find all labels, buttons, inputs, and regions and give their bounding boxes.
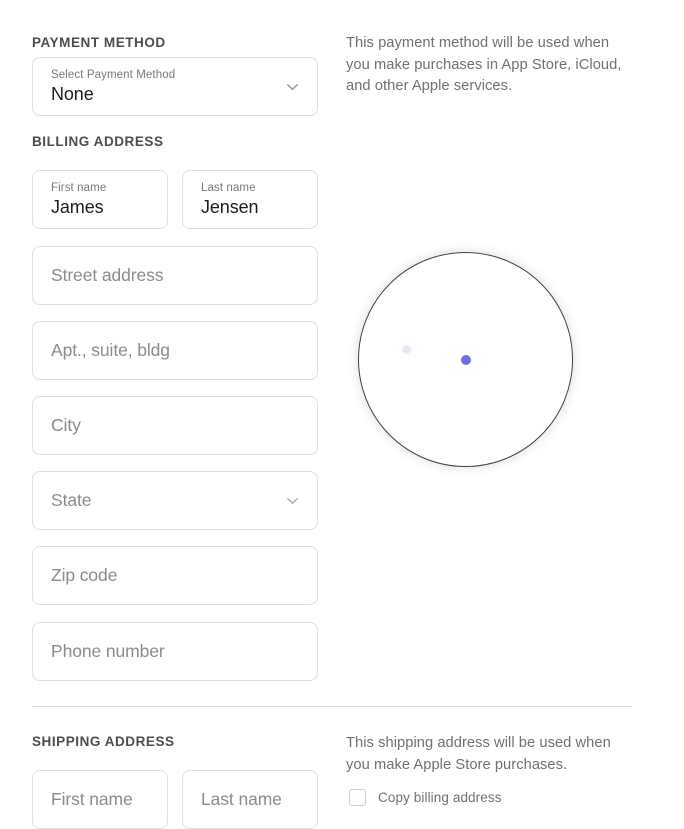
billing-state-placeholder: State — [51, 490, 299, 510]
billing-phone-placeholder: Phone number — [51, 641, 299, 661]
billing-zip-placeholder: Zip code — [51, 565, 299, 585]
billing-street-address-field[interactable]: Street address — [32, 246, 318, 305]
checkout-form-page: PAYMENT METHOD Select Payment Method Non… — [0, 0, 684, 810]
shipping-last-name-field[interactable]: Last name — [182, 770, 318, 829]
billing-phone-field[interactable]: Phone number — [32, 622, 318, 681]
billing-name-row: First name James Last name Jensen — [32, 170, 318, 229]
payment-method-mini-label: Select Payment Method — [51, 68, 299, 82]
shipping-address-heading: SHIPPING ADDRESS — [32, 735, 175, 749]
copy-billing-address-checkbox[interactable] — [349, 789, 366, 806]
billing-state-select[interactable]: State — [32, 471, 318, 530]
pointer-ghost-dot — [402, 345, 411, 354]
billing-city-field[interactable]: City — [32, 396, 318, 455]
shipping-address-description: This shipping address will be used when … — [346, 733, 636, 776]
billing-address-heading: BILLING ADDRESS — [32, 135, 164, 149]
shipping-name-row: First name Last name — [32, 770, 318, 829]
billing-apt-field[interactable]: Apt., suite, bldg — [32, 321, 318, 380]
shipping-first-name-placeholder: First name — [51, 789, 149, 809]
billing-first-name-value: James — [51, 197, 149, 218]
pointer-primary-dot — [461, 355, 471, 365]
payment-method-description: This payment method will be used when yo… — [346, 33, 636, 98]
payment-method-value: None — [51, 84, 299, 105]
copy-billing-address-label: Copy billing address — [378, 790, 502, 805]
shipping-last-name-placeholder: Last name — [201, 789, 299, 809]
billing-last-name-value: Jensen — [201, 197, 299, 218]
billing-apt-placeholder: Apt., suite, bldg — [51, 340, 299, 360]
billing-city-placeholder: City — [51, 415, 299, 435]
payment-method-select[interactable]: Select Payment Method None — [32, 57, 318, 116]
billing-first-name-field[interactable]: First name James — [32, 170, 168, 229]
billing-last-name-mini-label: Last name — [201, 181, 299, 195]
billing-street-address-placeholder: Street address — [51, 265, 299, 285]
billing-first-name-mini-label: First name — [51, 181, 149, 195]
payment-method-heading: PAYMENT METHOD — [32, 36, 166, 50]
copy-billing-address-row[interactable]: Copy billing address — [349, 789, 502, 806]
billing-zip-field[interactable]: Zip code — [32, 546, 318, 605]
billing-last-name-field[interactable]: Last name Jensen — [182, 170, 318, 229]
shipping-first-name-field[interactable]: First name — [32, 770, 168, 829]
section-divider — [32, 706, 632, 707]
